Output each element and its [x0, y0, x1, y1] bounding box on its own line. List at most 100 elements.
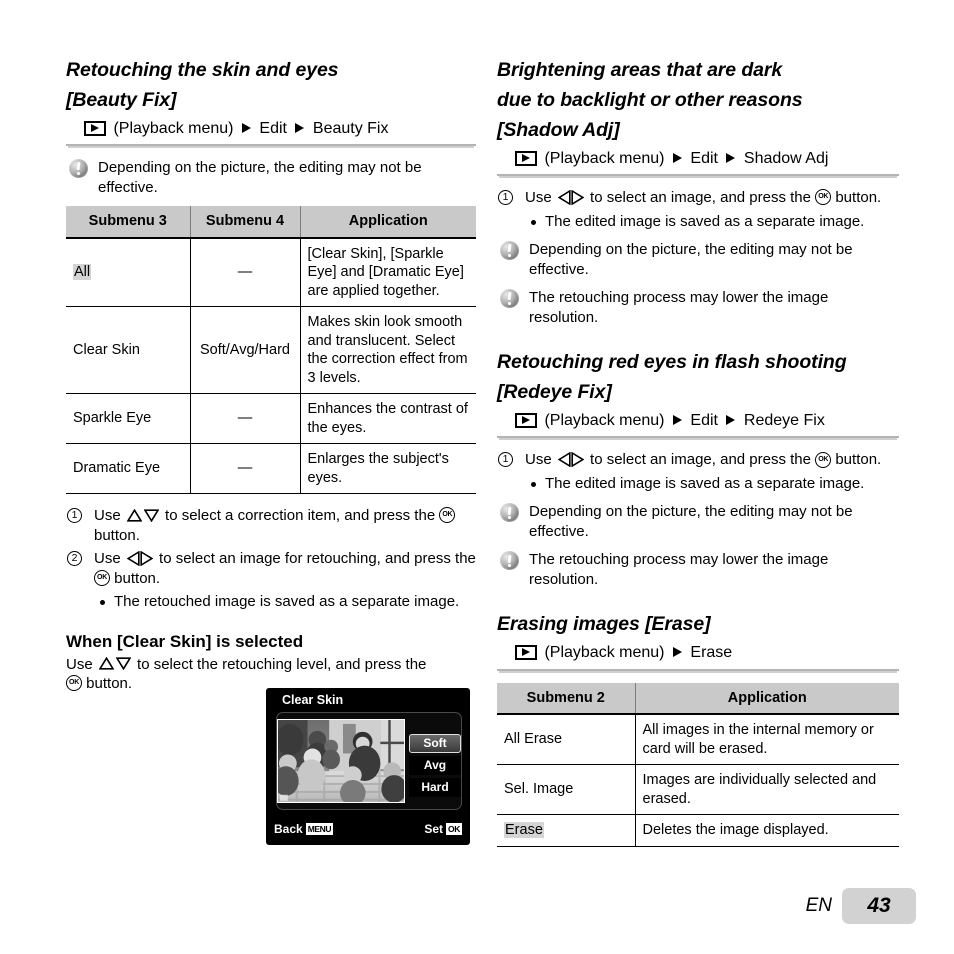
left-arrow-icon	[557, 189, 571, 205]
right-arrow-icon	[571, 452, 584, 467]
warning-icon	[500, 551, 519, 571]
redeye-fix-heading-line2: [Redeye Fix]	[497, 381, 612, 404]
breadcrumb-menu-label: (Playback menu)	[113, 120, 234, 137]
column-header-submenu2: Submenu 2	[497, 682, 635, 716]
note-text: Depending on the picture, the editing ma…	[529, 241, 853, 278]
right-arrow-icon	[140, 550, 153, 566]
table-row: Dramatic Eye — Enlarges the subject's ey…	[66, 443, 476, 495]
note-text: The retouching process may lower the ima…	[529, 551, 829, 588]
page-footer: EN 43	[806, 888, 916, 924]
step-text-c: button.	[835, 189, 882, 207]
bullet-edited-saved: The edited image is saved as a separate …	[497, 212, 899, 232]
step-text-b: to select a correction item, and press t…	[165, 507, 436, 525]
lcd-back-action[interactable]: Back MENU	[274, 822, 334, 836]
beauty-fix-heading-line2: [Beauty Fix]	[66, 89, 177, 111]
cell-submenu2: All Erase	[497, 714, 635, 766]
table-row: Erase Deletes the image displayed.	[497, 814, 899, 847]
lcd-option-avg[interactable]: Avg	[409, 756, 461, 775]
instruction-text-a: Use	[66, 655, 93, 673]
cell-submenu2: Sel. Image	[497, 764, 635, 816]
cell-application: Makes skin look smooth and translucent. …	[299, 306, 476, 395]
note-beauty-fix-effective: Depending on the picture, the editing ma…	[66, 158, 476, 197]
cell-submenu3: Dramatic Eye	[66, 443, 190, 495]
note-text: The retouching process may lower the ima…	[529, 289, 829, 326]
ok-button-icon: OK	[439, 507, 456, 524]
up-arrow-icon	[98, 657, 114, 670]
cell-submenu4: —	[189, 237, 300, 308]
cell-application: Images are individually selected and era…	[634, 764, 899, 816]
breadcrumb-erase: (Playback menu) Erase	[497, 642, 899, 671]
cell-submenu4: Soft/Avg/Hard	[189, 306, 300, 395]
down-arrow-icon	[115, 657, 131, 671]
breadcrumb-step-2: Shadow Adj	[743, 150, 829, 167]
step-1-redeye-fix: 1 Use to select an image, and press the …	[497, 450, 899, 470]
table-row: Sel. Image Images are individually selec…	[497, 764, 899, 816]
column-header-submenu3: Submenu 3	[66, 206, 190, 239]
left-arrow-icon	[126, 550, 140, 566]
cell-submenu2: Erase	[497, 814, 635, 847]
breadcrumb-menu-label: (Playback menu)	[544, 644, 665, 662]
playback-icon	[515, 644, 537, 660]
ok-badge-icon: OK	[446, 822, 462, 835]
playback-icon	[84, 120, 106, 136]
cell-submenu3: Clear Skin	[66, 306, 190, 395]
chevron-right-icon	[672, 647, 682, 658]
menu-badge-icon: MENU	[305, 822, 334, 835]
beauty-fix-heading: Retouching the skin and eyes [Beauty Fix…	[66, 58, 476, 113]
step-text-a: Use	[525, 451, 552, 469]
ok-button-icon: OK	[94, 569, 110, 586]
left-arrow-icon	[557, 452, 571, 467]
breadcrumb-step-1: Erase	[690, 644, 733, 662]
camera-lcd-illustration: Clear Skin Soft Avg Hard Back MENU Set O…	[266, 688, 470, 845]
lcd-set-action[interactable]: Set OK	[424, 822, 462, 836]
lcd-option-hard[interactable]: Hard	[409, 778, 461, 797]
cell-submenu3: Sparkle Eye	[66, 393, 190, 445]
note-shadow-adj-resolution: The retouching process may lower the ima…	[497, 288, 899, 327]
cell-submenu4: —	[189, 393, 300, 445]
table-row: All Erase All images in the internal mem…	[497, 714, 899, 766]
step-text-a: Use	[525, 189, 552, 207]
chevron-right-icon	[672, 153, 682, 163]
ok-button-icon: OK	[66, 675, 82, 692]
default-value-highlight: All	[73, 264, 92, 281]
step-text-c: button.	[94, 526, 140, 544]
chevron-right-icon	[672, 415, 682, 426]
table-row: Clear Skin Soft/Avg/Hard Makes skin look…	[66, 306, 476, 395]
cell-submenu4: —	[189, 443, 300, 495]
table-row: All — [Clear Skin], [Sparkle Eye] and [D…	[66, 237, 476, 308]
redeye-fix-heading-line1: Retouching red eyes in flash shooting	[497, 351, 847, 374]
table-header-row: Submenu 2 Application	[497, 682, 899, 716]
language-code: EN	[805, 895, 832, 916]
step-number: 1	[498, 190, 513, 206]
cell-application: Enlarges the subject's eyes.	[299, 443, 476, 495]
lcd-screen-title: Clear Skin	[282, 693, 344, 707]
warning-icon	[500, 503, 519, 523]
chevron-right-icon	[726, 415, 736, 426]
note-redeye-resolution: The retouching process may lower the ima…	[497, 550, 899, 589]
erase-table: Submenu 2 Application All Erase All imag…	[497, 682, 899, 847]
step-1-shadow-adj: 1 Use to select an image, and press the …	[497, 188, 899, 208]
column-header-application: Application	[634, 682, 899, 716]
lcd-option-soft[interactable]: Soft	[409, 734, 461, 753]
instruction-text-c: button.	[86, 675, 133, 693]
table-row: Sparkle Eye — Enhances the contrast of t…	[66, 393, 476, 445]
chevron-right-icon	[295, 123, 305, 133]
step-number: 2	[67, 551, 82, 567]
lcd-back-label: Back	[274, 822, 303, 836]
clear-skin-selected-heading: When [Clear Skin] is selected	[66, 631, 304, 651]
table-header-row: Submenu 3 Submenu 4 Application	[66, 206, 476, 239]
lcd-footer: Back MENU Set OK	[268, 822, 468, 838]
step-number: 1	[67, 508, 82, 524]
breadcrumb-redeye-fix: (Playback menu) Edit Redeye Fix	[497, 410, 899, 439]
right-arrow-icon	[571, 189, 584, 205]
warning-icon	[69, 159, 88, 179]
shadow-adj-heading-line3: [Shadow Adj]	[497, 119, 620, 141]
default-value-highlight: Erase	[504, 822, 544, 839]
breadcrumb-menu-label: (Playback menu)	[544, 150, 665, 167]
manual-page: Retouching the skin and eyes [Beauty Fix…	[0, 0, 954, 954]
step-number: 1	[498, 452, 513, 468]
step-text-b: to select an image for retouching, and p…	[159, 550, 476, 568]
cell-application: All images in the internal memory or car…	[634, 714, 899, 766]
note-text: Depending on the picture, the editing ma…	[98, 159, 422, 196]
breadcrumb-step-1: Edit	[690, 412, 718, 430]
